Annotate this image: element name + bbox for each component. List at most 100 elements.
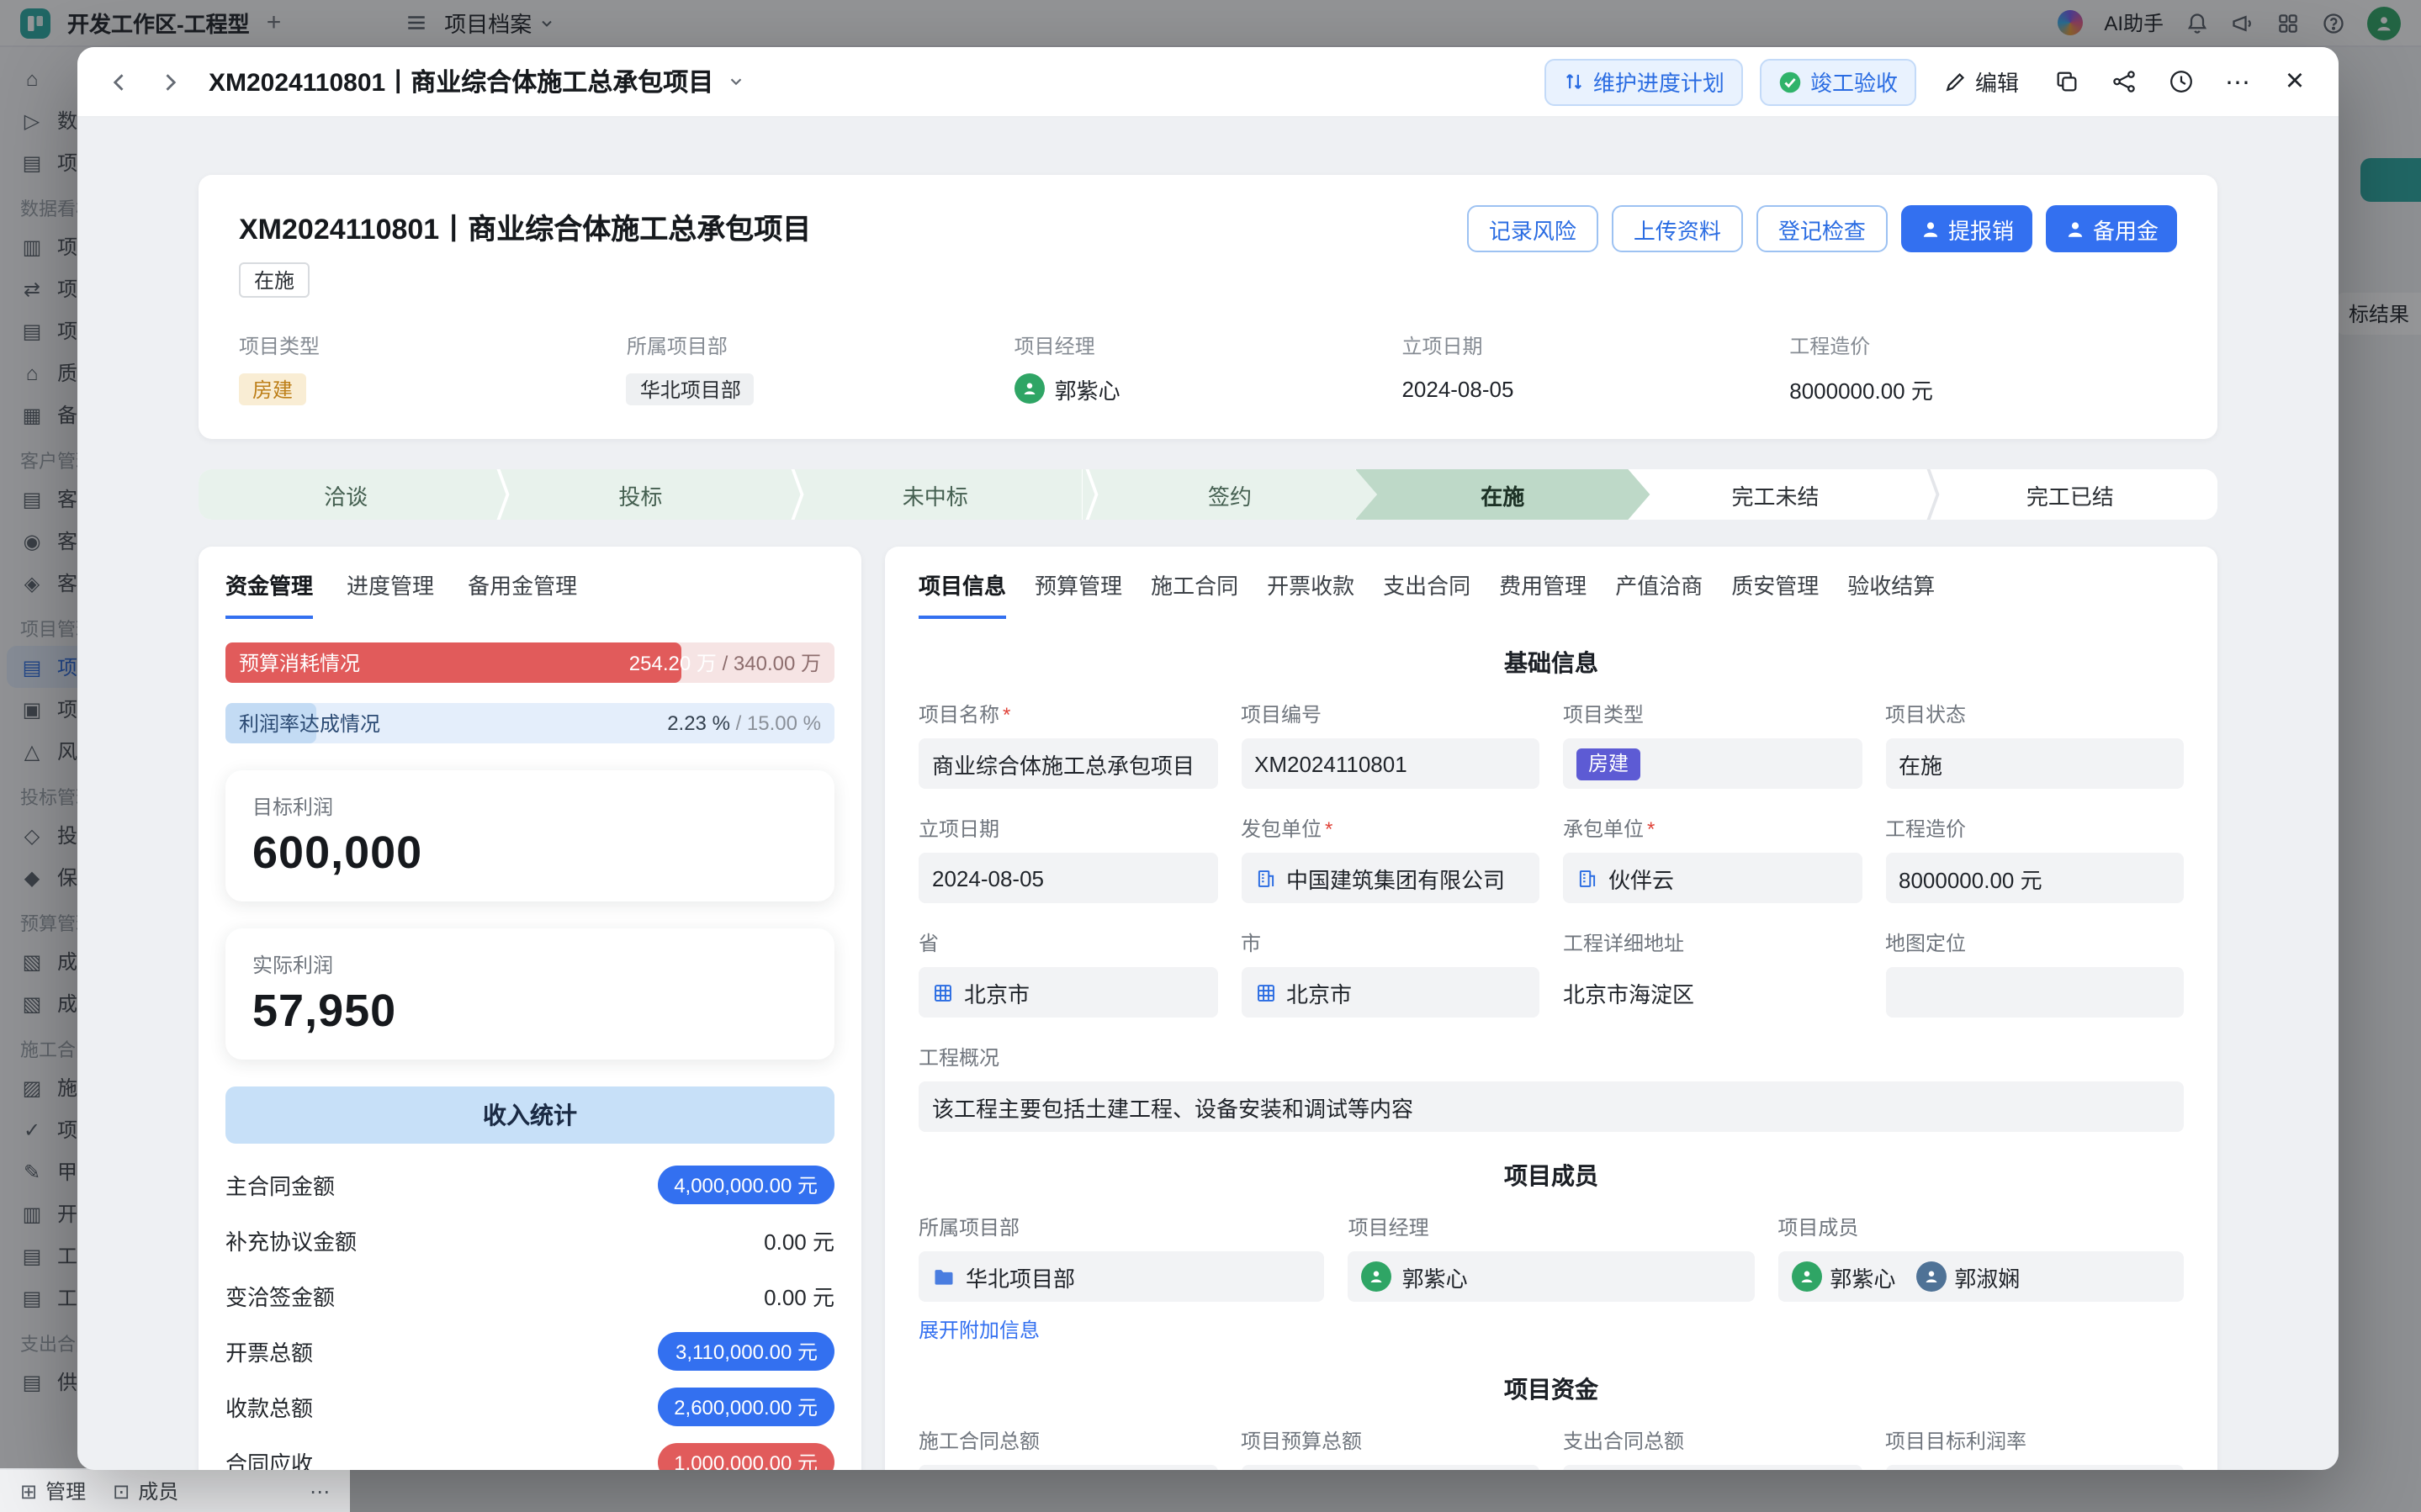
- stage-step-label: 完工未结: [1732, 478, 1820, 510]
- start-date-input[interactable]: 2024-08-05: [919, 853, 1217, 903]
- field-project-manager: 项目经理 郭紫心: [1348, 1213, 1755, 1345]
- submit-expense-button[interactable]: 提报销: [1901, 205, 2032, 252]
- completion-acceptance-button[interactable]: 竣工验收: [1760, 58, 1916, 105]
- tab[interactable]: 验收结算: [1847, 568, 1935, 619]
- budget-consumption-bar: 预算消耗情况 254.20 万 / 340.00 万: [225, 642, 834, 683]
- contractor-company-input[interactable]: 伙伴云: [1563, 853, 1862, 903]
- province-input[interactable]: 北京市: [919, 967, 1217, 1018]
- sidebar-bottom-bar: 管理 成员: [0, 1468, 350, 1512]
- close-icon[interactable]: [2275, 61, 2315, 102]
- share-icon[interactable]: [2103, 61, 2143, 102]
- project-title: XM2024110801丨商业综合体施工总承包项目: [239, 205, 811, 247]
- tab[interactable]: 开票收款: [1267, 568, 1354, 619]
- project-name-input[interactable]: 商业综合体施工总承包项目: [919, 738, 1217, 789]
- more-actions-icon[interactable]: [2217, 61, 2258, 102]
- stage-step[interactable]: 签约: [1083, 469, 1377, 520]
- target-profit-value: 600,000: [252, 827, 808, 880]
- record-risk-button[interactable]: 记录风险: [1467, 205, 1598, 252]
- field-province: 省 北京市: [919, 928, 1217, 1018]
- history-clock-icon[interactable]: [2160, 61, 2201, 102]
- tab[interactable]: 资金管理: [225, 568, 313, 619]
- fund-value-input[interactable]: 3,630,000.00 元: [1563, 1465, 1862, 1470]
- field-map-location: 地图定位: [1885, 928, 2184, 1018]
- project-members-input[interactable]: 郭紫心 郭淑娴: [1777, 1251, 2184, 1302]
- project-manager-input[interactable]: 郭紫心: [1348, 1251, 1755, 1302]
- tab[interactable]: 费用管理: [1499, 568, 1587, 619]
- right-panel-tabs: 项目信息 预算管理 施工合同 开票收款 支出合同 费用管理 产值洽商: [885, 547, 2217, 619]
- row-value: 4,000,000.00 元: [657, 1166, 834, 1204]
- owner-company-input[interactable]: 中国建筑集团有限公司: [1241, 853, 1539, 903]
- budget-bar-label: 预算消耗情况: [239, 648, 360, 677]
- project-type-input[interactable]: 房建: [1563, 738, 1862, 789]
- project-summary-card: XM2024110801丨商业综合体施工总承包项目 在施 记录风险 上传资料 登…: [199, 175, 2217, 439]
- more-icon[interactable]: [310, 1479, 330, 1503]
- project-type-tag: 房建: [1576, 748, 1640, 780]
- next-record-button[interactable]: [151, 63, 188, 100]
- fund-value-input[interactable]: 3,400,000.00 元: [1241, 1465, 1539, 1470]
- tab[interactable]: 施工合同: [1151, 568, 1238, 619]
- stage-step[interactable]: 在施: [1355, 469, 1650, 520]
- avatar: [1362, 1261, 1392, 1292]
- project-stage-stepper: 洽谈 投标 未中标 签约 在施: [199, 469, 2217, 520]
- tab[interactable]: 质安管理: [1731, 568, 1819, 619]
- expand-additional-info-link[interactable]: 展开附加信息: [919, 1315, 1040, 1344]
- funds-grid: 施工合同总额 4,000,000.00 元 项目预算总额 3,400,000.0…: [885, 1409, 2217, 1470]
- tab[interactable]: 产值洽商: [1615, 568, 1703, 619]
- project-cost-input[interactable]: 8000000.00 元: [1885, 853, 2184, 903]
- title-chevron-down-icon[interactable]: [727, 72, 745, 91]
- tab[interactable]: 备用金管理: [468, 568, 577, 619]
- map-location-input[interactable]: [1885, 967, 2184, 1018]
- row-value: 1,000,000.00 元: [657, 1443, 834, 1470]
- stage-step-label: 未中标: [903, 478, 968, 510]
- stage-step-label: 在施: [1481, 478, 1524, 510]
- modal-header: XM2024110801丨商业综合体施工总承包项目 维护进度计划 竣工验收 编辑: [77, 47, 2339, 118]
- detailed-address-value[interactable]: 北京市海淀区: [1563, 967, 1862, 1018]
- register-inspection-button[interactable]: 登记检查: [1756, 205, 1888, 252]
- manage-button[interactable]: 管理: [20, 1477, 86, 1505]
- project-overview-input[interactable]: 该工程主要包括土建工程、设备安装和调试等内容: [919, 1081, 2184, 1132]
- field-department: 所属项目部 华北项目部: [627, 331, 1014, 405]
- prev-record-button[interactable]: [101, 63, 138, 100]
- stage-step[interactable]: 投标: [493, 469, 787, 520]
- row-label: 补充协议金额: [225, 1224, 357, 1256]
- tab[interactable]: 预算管理: [1035, 568, 1122, 619]
- fund-value-input[interactable]: 15.00%: [1885, 1465, 2184, 1470]
- members-grid: 所属项目部 华北项目部 展开附加信息 项目经理 郭紫心: [885, 1196, 2217, 1345]
- fund-field: 项目目标利润率 15.00%: [1885, 1426, 2184, 1470]
- copy-icon[interactable]: [2046, 61, 2086, 102]
- section-project-funds: 项目资金: [885, 1372, 2217, 1406]
- stage-step[interactable]: 未中标: [788, 469, 1083, 520]
- project-info-panel: 项目信息 预算管理 施工合同 开票收款 支出合同 费用管理 产值洽商: [885, 547, 2217, 1470]
- stage-step[interactable]: 完工未结: [1628, 469, 1922, 520]
- fund-rows: 主合同金额 4,000,000.00 元 补充协议金额 0.00 元 变洽签金额: [199, 1157, 861, 1470]
- edit-button[interactable]: 编辑: [1933, 58, 2029, 105]
- field-project-members: 项目成员 郭紫心 郭淑娴: [1777, 1213, 2184, 1345]
- modal-title: XM2024110801丨商业综合体施工总承包项目: [209, 64, 713, 99]
- income-statistics-button[interactable]: 收入统计: [225, 1086, 834, 1144]
- city-input[interactable]: 北京市: [1241, 967, 1539, 1018]
- field-start-date: 立项日期 2024-08-05: [919, 814, 1217, 903]
- maintain-schedule-button[interactable]: 维护进度计划: [1544, 58, 1743, 105]
- field-project-code: 项目编号 XM2024110801: [1241, 700, 1539, 789]
- target-profit-card: 目标利润 600,000: [225, 770, 834, 901]
- tab[interactable]: 进度管理: [347, 568, 434, 619]
- avatar: [1014, 373, 1045, 404]
- upload-files-button[interactable]: 上传资料: [1612, 205, 1743, 252]
- tab[interactable]: 支出合同: [1383, 568, 1470, 619]
- row-label: 合同应收: [225, 1446, 313, 1470]
- row-value: 3,110,000.00 元: [659, 1332, 834, 1371]
- row-label: 变洽签金额: [225, 1280, 335, 1312]
- fund-value-input[interactable]: 4,000,000.00 元: [919, 1465, 1217, 1470]
- check-circle-icon: [1778, 70, 1802, 93]
- reserve-fund-button[interactable]: 备用金: [2046, 205, 2177, 252]
- stage-step[interactable]: 洽谈: [199, 469, 493, 520]
- project-code-input[interactable]: XM2024110801: [1241, 738, 1539, 789]
- funds-management-panel: 资金管理 进度管理 备用金管理 预算消耗情况 254.20 万 / 340.00…: [199, 547, 861, 1470]
- members-button[interactable]: 成员: [113, 1477, 178, 1505]
- stage-step[interactable]: 完工已结: [1923, 469, 2217, 520]
- department-input[interactable]: 华北项目部: [919, 1251, 1325, 1302]
- tab[interactable]: 项目信息: [919, 568, 1006, 619]
- person-icon: [1920, 218, 1942, 240]
- field-owner-company: 发包单位 中国建筑集团有限公司: [1241, 814, 1539, 903]
- project-status-input[interactable]: 在施: [1885, 738, 2184, 789]
